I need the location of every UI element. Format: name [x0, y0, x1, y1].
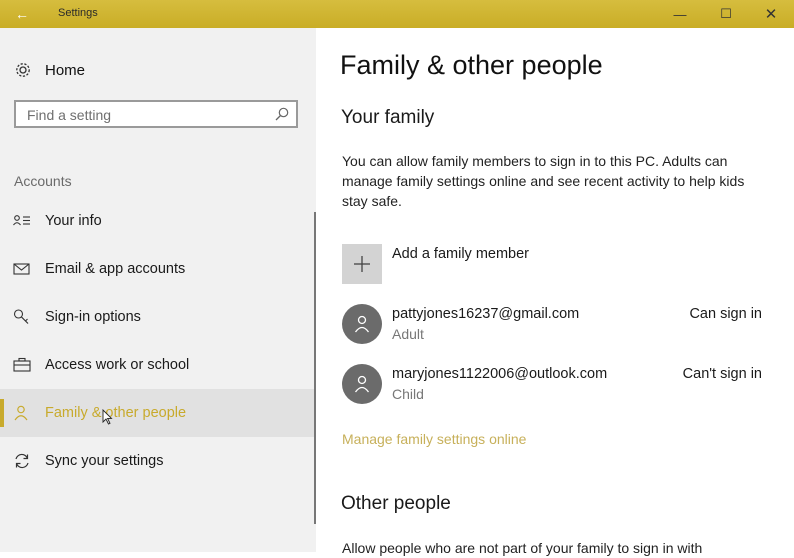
sidebar-item-label: Access work or school [45, 357, 190, 373]
your-family-heading: Your family [341, 107, 435, 128]
search-input[interactable] [25, 105, 269, 125]
person-icon [354, 375, 370, 393]
envelope-icon [13, 263, 30, 275]
home-link[interactable]: Home [0, 54, 316, 86]
sidebar-item-your-info[interactable]: Your info [0, 197, 316, 245]
close-button[interactable]: ✕ [748, 0, 794, 28]
family-member-row[interactable]: maryjones1122006@outlook.com Child Can't… [342, 364, 772, 408]
accounts-section-label: Accounts [14, 173, 72, 189]
member-role: Child [392, 386, 424, 402]
sidebar-item-family-other-people[interactable]: Family & other people [0, 389, 316, 437]
maximize-button[interactable]: ☐ [703, 0, 749, 28]
add-tile [342, 244, 382, 284]
sidebar: Home Accounts Your info Email & app acco… [0, 28, 316, 552]
main-content: Family & other people Your family You ca… [316, 28, 794, 556]
member-email: maryjones1122006@outlook.com [392, 366, 608, 382]
avatar [342, 304, 382, 344]
sidebar-item-sign-in-options[interactable]: Sign-in options [0, 293, 316, 341]
title-bar: ← Settings — ☐ ✕ [0, 0, 794, 28]
person-icon [14, 405, 28, 421]
sidebar-item-label: Sign-in options [45, 309, 141, 325]
sidebar-item-label: Sync your settings [45, 453, 164, 469]
add-family-member-label: Add a family member [392, 246, 529, 262]
family-member-row[interactable]: pattyjones16237@gmail.com Adult Can sign… [342, 304, 772, 348]
member-role: Adult [392, 326, 424, 342]
maximize-icon: ☐ [720, 6, 732, 21]
member-status: Can't sign in [682, 366, 762, 382]
sidebar-item-email-accounts[interactable]: Email & app accounts [0, 245, 316, 293]
other-people-description: Allow people who are not part of your fa… [342, 540, 703, 556]
search-icon[interactable] [274, 106, 290, 122]
sync-icon [15, 453, 29, 469]
plus-icon [354, 256, 370, 272]
gear-icon [16, 63, 30, 77]
mouse-cursor-icon [102, 409, 113, 425]
home-label: Home [45, 62, 86, 79]
member-status: Can sign in [689, 306, 762, 322]
add-family-member-button[interactable]: Add a family member [342, 244, 762, 284]
sidebar-item-label: Your info [45, 213, 102, 229]
search-box[interactable] [14, 100, 298, 128]
page-title: Family & other people [340, 50, 603, 80]
avatar [342, 364, 382, 404]
minimize-icon: — [673, 6, 687, 22]
member-email: pattyjones16237@gmail.com [392, 306, 580, 322]
sidebar-item-sync-settings[interactable]: Sync your settings [0, 437, 316, 485]
other-people-heading: Other people [341, 493, 451, 514]
contact-card-icon [13, 215, 30, 226]
sidebar-item-label: Family & other people [45, 405, 187, 421]
briefcase-icon [13, 357, 31, 372]
person-icon [354, 315, 370, 333]
sidebar-item-label: Email & app accounts [45, 261, 186, 277]
sidebar-item-work-school[interactable]: Access work or school [0, 341, 316, 389]
window-title: Settings [58, 7, 98, 19]
back-arrow-icon: ← [15, 6, 29, 22]
your-family-description: You can allow family members to sign in … [342, 153, 745, 209]
close-icon: ✕ [764, 6, 778, 23]
minimize-button[interactable]: — [657, 0, 703, 28]
manage-family-settings-link[interactable]: Manage family settings online [342, 431, 526, 447]
back-button[interactable]: ← [0, 0, 44, 28]
key-icon [13, 309, 29, 324]
